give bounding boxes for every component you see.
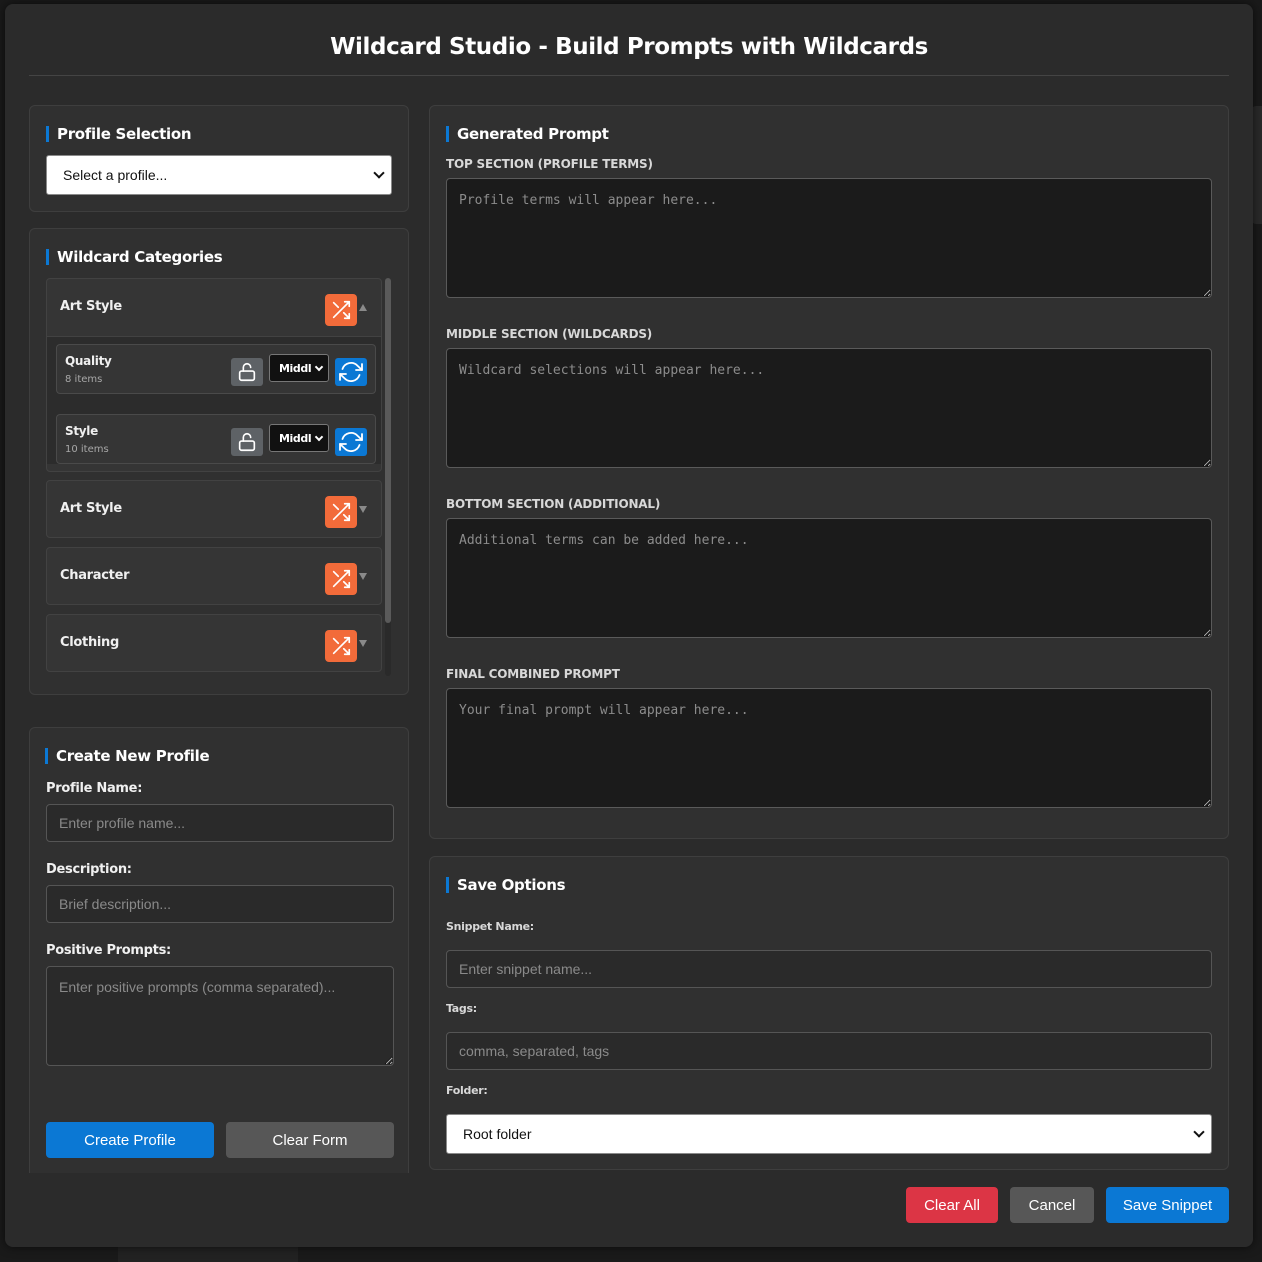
tags-label: Tags:: [446, 1002, 477, 1015]
chevron-down-icon: [314, 362, 324, 372]
bottom-section-textarea[interactable]: [446, 518, 1212, 638]
shuffle-button[interactable]: [325, 294, 357, 326]
category-title: Character: [60, 568, 130, 583]
clear-form-button[interactable]: Clear Form: [226, 1122, 394, 1158]
category-header[interactable]: Character: [47, 548, 381, 604]
refresh-icon: [339, 362, 363, 382]
category-title: Art Style: [60, 299, 122, 314]
refresh-button[interactable]: [335, 428, 367, 456]
positive-prompts-input[interactable]: [46, 966, 394, 1066]
wildcard-item-count: 10 items: [65, 444, 109, 455]
profile-selection-panel: Profile Selection Select a profile...: [29, 105, 409, 212]
profile-name-input[interactable]: [46, 804, 394, 842]
category-header[interactable]: Art Style: [47, 279, 381, 335]
profile-select-value: Select a profile...: [63, 167, 168, 183]
lock-button[interactable]: [231, 428, 263, 456]
tags-input[interactable]: [446, 1032, 1212, 1070]
save-options-panel: Save Options Snippet Name: Tags: Folder:…: [429, 856, 1229, 1170]
profile-name-label: Profile Name:: [46, 781, 143, 796]
shuffle-icon: [332, 300, 351, 320]
expand-caret-icon[interactable]: [359, 640, 367, 647]
shuffle-icon: [332, 502, 351, 522]
description-label: Description:: [46, 862, 132, 877]
position-select[interactable]: Middl: [269, 354, 329, 382]
wildcard-item-count: 8 items: [65, 374, 103, 385]
category-header[interactable]: Clothing: [47, 615, 381, 671]
final-prompt-textarea[interactable]: [446, 688, 1212, 808]
expand-caret-icon[interactable]: [359, 573, 367, 580]
category-title: Art Style: [60, 501, 122, 516]
save-options-heading: Save Options: [446, 876, 566, 894]
clear-all-button[interactable]: Clear All: [906, 1187, 998, 1223]
lock-button[interactable]: [231, 358, 263, 386]
wildcard-item: Style 10 items Middl: [56, 414, 376, 464]
background-panel-edge: [1252, 106, 1262, 224]
category-title: Clothing: [60, 635, 120, 650]
category-group: Clothing: [46, 614, 382, 672]
generated-prompt-panel: Generated Prompt Top Section (Profile Te…: [429, 105, 1229, 839]
shuffle-icon: [332, 569, 351, 589]
scrollbar-thumb[interactable]: [385, 278, 391, 623]
position-select-value: Middl: [279, 361, 312, 375]
chevron-down-icon: [1193, 1126, 1205, 1138]
collapse-caret-icon[interactable]: [359, 304, 367, 311]
unlock-icon: [238, 362, 256, 382]
bottom-section-label: Bottom Section (Additional): [446, 497, 661, 511]
top-section-label: Top Section (Profile Terms): [446, 157, 653, 171]
wildcard-item-name: Quality: [65, 354, 112, 368]
background-tab: [118, 1246, 298, 1262]
category-items: Quality 8 items Middl Style 10 items Mid…: [47, 336, 381, 464]
modal-title: Wildcard Studio - Build Prompts with Wil…: [330, 34, 928, 60]
unlock-icon: [238, 432, 256, 452]
wildcard-categories-panel: Wildcard Categories Art Style Quality 8 …: [29, 228, 409, 695]
wildcard-item: Quality 8 items Middl: [56, 344, 376, 394]
middle-section-label: Middle Section (Wildcards): [446, 327, 653, 341]
category-scrollbar[interactable]: [385, 278, 391, 676]
title-divider: [29, 75, 1229, 76]
create-profile-heading: Create New Profile: [45, 747, 210, 765]
category-list[interactable]: Art Style Quality 8 items Middl Style 10…: [46, 278, 382, 676]
profile-select[interactable]: Select a profile...: [46, 155, 392, 195]
category-group: Character: [46, 547, 382, 605]
snippet-name-label: Snippet Name:: [446, 920, 534, 933]
snippet-name-input[interactable]: [446, 950, 1212, 988]
positive-prompts-label: Positive Prompts:: [46, 943, 171, 958]
wildcard-categories-heading: Wildcard Categories: [46, 248, 223, 266]
category-header[interactable]: Art Style: [47, 481, 381, 537]
position-select[interactable]: Middl: [269, 424, 329, 452]
final-prompt-label: Final Combined Prompt: [446, 667, 620, 681]
profile-selection-heading: Profile Selection: [46, 125, 192, 143]
create-profile-button[interactable]: Create Profile: [46, 1122, 214, 1158]
refresh-button[interactable]: [335, 358, 367, 386]
position-select-value: Middl: [279, 431, 312, 445]
category-group: Art Style Quality 8 items Middl Style 10…: [46, 278, 382, 472]
category-group: Art Style: [46, 480, 382, 538]
top-section-textarea[interactable]: [446, 178, 1212, 298]
shuffle-button[interactable]: [325, 563, 357, 595]
shuffle-icon: [332, 636, 351, 656]
cancel-button[interactable]: Cancel: [1010, 1187, 1094, 1223]
expand-caret-icon[interactable]: [359, 506, 367, 513]
middle-section-textarea[interactable]: [446, 348, 1212, 468]
refresh-icon: [339, 432, 363, 452]
create-profile-panel: Create New Profile Profile Name: Descrip…: [29, 727, 409, 1173]
wildcard-item-name: Style: [65, 424, 98, 438]
folder-select-value: Root folder: [463, 1126, 532, 1142]
chevron-down-icon: [373, 167, 385, 179]
shuffle-button[interactable]: [325, 630, 357, 662]
generated-prompt-heading: Generated Prompt: [446, 125, 609, 143]
description-input[interactable]: [46, 885, 394, 923]
folder-select[interactable]: Root folder: [446, 1114, 1212, 1154]
folder-label: Folder:: [446, 1084, 488, 1097]
save-snippet-button[interactable]: Save Snippet: [1106, 1187, 1229, 1223]
wildcard-studio-modal: Wildcard Studio - Build Prompts with Wil…: [5, 4, 1253, 1247]
shuffle-button[interactable]: [325, 496, 357, 528]
chevron-down-icon: [314, 432, 324, 442]
